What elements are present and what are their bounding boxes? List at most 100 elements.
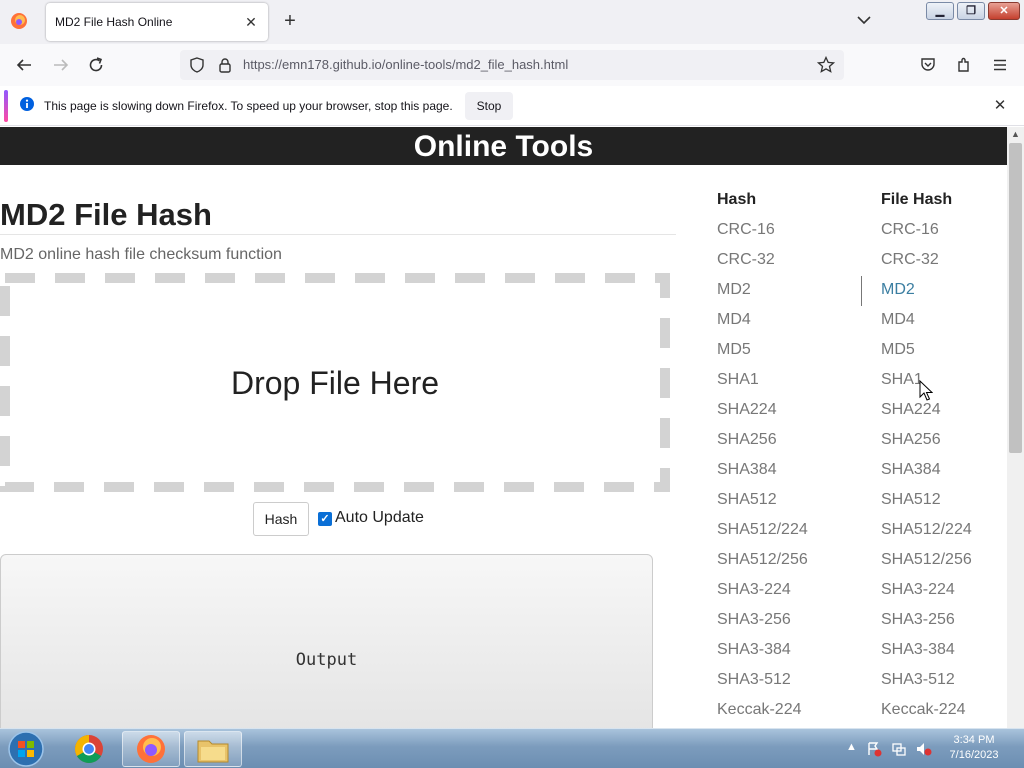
hash-link-sha3-224[interactable]: SHA3-224 xyxy=(717,580,808,610)
chrome-icon xyxy=(75,735,103,763)
shield-icon[interactable] xyxy=(187,55,207,75)
hash-link-crc-16[interactable]: CRC-16 xyxy=(717,220,808,250)
title-divider xyxy=(0,234,676,235)
window-close-button[interactable]: ✕ xyxy=(988,2,1020,20)
file-hash-link-sha3-384[interactable]: SHA3-384 xyxy=(881,640,972,670)
hash-link-sha384[interactable]: SHA384 xyxy=(717,460,808,490)
taskbar-firefox[interactable] xyxy=(122,731,180,767)
url-text[interactable]: https://emn178.github.io/online-tools/md… xyxy=(243,57,568,72)
taskbar-file-explorer[interactable] xyxy=(184,731,242,767)
hash-button[interactable]: Hash xyxy=(253,502,309,536)
firefox-icon xyxy=(137,735,165,763)
file-hash-link-sha384[interactable]: SHA384 xyxy=(881,460,972,490)
taskbar-chrome[interactable] xyxy=(60,731,118,767)
page-title: MD2 File Hash xyxy=(0,197,212,232)
volume-muted-icon[interactable] xyxy=(915,741,933,757)
hash-link-md4[interactable]: MD4 xyxy=(717,310,808,340)
hash-link-sha512-224[interactable]: SHA512/224 xyxy=(717,520,808,550)
file-hash-links-column: File Hash CRC-16 CRC-32 MD2 MD4 MD5 SHA1 SHA22… xyxy=(881,190,972,728)
pocket-icon[interactable] xyxy=(918,55,938,75)
file-hash-link-md2[interactable]: MD2 xyxy=(881,280,972,310)
file-hash-link-crc-16[interactable]: CRC-16 xyxy=(881,220,972,250)
hash-heading: Hash xyxy=(717,191,757,208)
page-scrollbar[interactable]: ▲ xyxy=(1007,127,1024,728)
forward-arrow-icon[interactable] xyxy=(51,55,71,75)
hash-link-md2[interactable]: MD2 xyxy=(717,280,808,310)
tray-expand-icon[interactable]: ▲ xyxy=(846,741,857,753)
file-hash-link-sha224[interactable]: SHA224 xyxy=(881,400,972,430)
drop-file-text: Drop File Here xyxy=(230,365,440,401)
hash-link-sha3-384[interactable]: SHA3-384 xyxy=(717,640,808,670)
active-link-indicator xyxy=(861,276,862,306)
bookmark-star-icon[interactable] xyxy=(816,55,836,75)
output-placeholder: Output xyxy=(295,650,358,670)
hash-link-sha224[interactable]: SHA224 xyxy=(717,400,808,430)
back-arrow-icon[interactable] xyxy=(14,55,34,75)
stop-button[interactable]: Stop xyxy=(465,92,513,120)
file-hash-link-sha512-224[interactable]: SHA512/224 xyxy=(881,520,972,550)
hash-link-list: CRC-16 CRC-32 MD2 MD4 MD5 SHA1 SHA224 SHA256 SHA… xyxy=(717,220,808,728)
hash-link-sha512-256[interactable]: SHA512/256 xyxy=(717,550,808,580)
hash-link-sha512[interactable]: SHA512 xyxy=(717,490,808,520)
file-hash-link-md5[interactable]: MD5 xyxy=(881,340,972,370)
hash-link-keccak-224[interactable]: Keccak-224 xyxy=(717,700,808,728)
window-maximize-button[interactable]: ❐ xyxy=(957,2,985,20)
window-minimize-button[interactable]: ▁ xyxy=(926,2,954,20)
windows-start-icon[interactable] xyxy=(6,730,46,768)
taskbar: ▲ 3:34 PM 7/16/2023 xyxy=(0,728,1024,768)
reload-icon[interactable] xyxy=(86,55,106,75)
hash-link-sha1[interactable]: SHA1 xyxy=(717,370,808,400)
notification-accent xyxy=(4,90,8,122)
site-title[interactable]: Online Tools xyxy=(0,130,1007,164)
scrollbar-thumb[interactable] xyxy=(1009,143,1022,453)
scroll-up-arrow-icon[interactable]: ▲ xyxy=(1007,129,1024,139)
new-tab-icon[interactable]: + xyxy=(280,10,300,32)
clock-time: 3:34 PM xyxy=(953,734,995,746)
hash-link-sha3-256[interactable]: SHA3-256 xyxy=(717,610,808,640)
notification-text: This page is slowing down Firefox. To sp… xyxy=(44,99,453,113)
file-hash-link-md4[interactable]: MD4 xyxy=(881,310,972,340)
file-hash-link-sha512[interactable]: SHA512 xyxy=(881,490,972,520)
navigation-bar: https://emn178.github.io/online-tools/md… xyxy=(0,44,1024,86)
file-drop-zone[interactable]: Drop File Here xyxy=(0,273,670,492)
menu-hamburger-icon[interactable] xyxy=(990,55,1010,75)
tab-bar: MD2 File Hash Online ✕ + ▁ ❐ ✕ xyxy=(0,0,1024,44)
slow-page-notification: This page is slowing down Firefox. To sp… xyxy=(0,86,1024,126)
hash-link-sha256[interactable]: SHA256 xyxy=(717,430,808,460)
mouse-cursor-icon xyxy=(919,380,933,401)
file-hash-link-list: CRC-16 CRC-32 MD2 MD4 MD5 SHA1 SHA224 SHA256 SHA… xyxy=(881,220,972,728)
hash-link-crc-32[interactable]: CRC-32 xyxy=(717,250,808,280)
file-hash-link-keccak-224[interactable]: Keccak-224 xyxy=(881,700,972,728)
action-center-icon[interactable] xyxy=(866,741,882,757)
tab-title: MD2 File Hash Online xyxy=(55,15,173,29)
file-hash-link-sha512-256[interactable]: SHA512/256 xyxy=(881,550,972,580)
file-hash-link-sha3-512[interactable]: SHA3-512 xyxy=(881,670,972,700)
firefox-icon[interactable] xyxy=(10,12,28,30)
system-clock[interactable]: 3:34 PM 7/16/2023 xyxy=(938,733,1010,763)
info-icon xyxy=(20,97,34,111)
extensions-icon[interactable] xyxy=(954,55,974,75)
hash-links-column: Hash CRC-16 CRC-32 MD2 MD4 MD5 SHA1 SHA224 SHA2… xyxy=(717,190,808,728)
notification-close-icon[interactable]: ✕ xyxy=(992,96,1008,114)
site-header: Online Tools xyxy=(0,127,1007,165)
file-hash-link-sha256[interactable]: SHA256 xyxy=(881,430,972,460)
folder-icon xyxy=(197,740,229,763)
chevron-down-icon[interactable] xyxy=(856,12,872,28)
address-bar[interactable]: https://emn178.github.io/online-tools/md… xyxy=(180,50,844,80)
file-hash-heading: File Hash xyxy=(881,191,953,208)
clock-date: 7/16/2023 xyxy=(949,749,999,761)
file-hash-link-sha3-224[interactable]: SHA3-224 xyxy=(881,580,972,610)
hash-link-sha3-512[interactable]: SHA3-512 xyxy=(717,670,808,700)
page-subtitle: MD2 online hash file checksum function xyxy=(0,246,282,263)
file-hash-link-sha3-256[interactable]: SHA3-256 xyxy=(881,610,972,640)
output-area[interactable]: Output xyxy=(0,554,653,728)
auto-update-label[interactable]: Auto Update xyxy=(335,509,424,527)
file-hash-link-crc-32[interactable]: CRC-32 xyxy=(881,250,972,280)
url-host: https://emn178.github.io xyxy=(243,57,382,72)
hash-link-md5[interactable]: MD5 xyxy=(717,340,808,370)
lock-icon[interactable] xyxy=(215,55,235,75)
tab-close-icon[interactable]: ✕ xyxy=(242,14,260,31)
network-icon[interactable] xyxy=(891,741,907,757)
tab-md2-file-hash[interactable]: MD2 File Hash Online ✕ xyxy=(46,3,268,41)
auto-update-checkbox[interactable]: ✓ xyxy=(318,512,332,526)
